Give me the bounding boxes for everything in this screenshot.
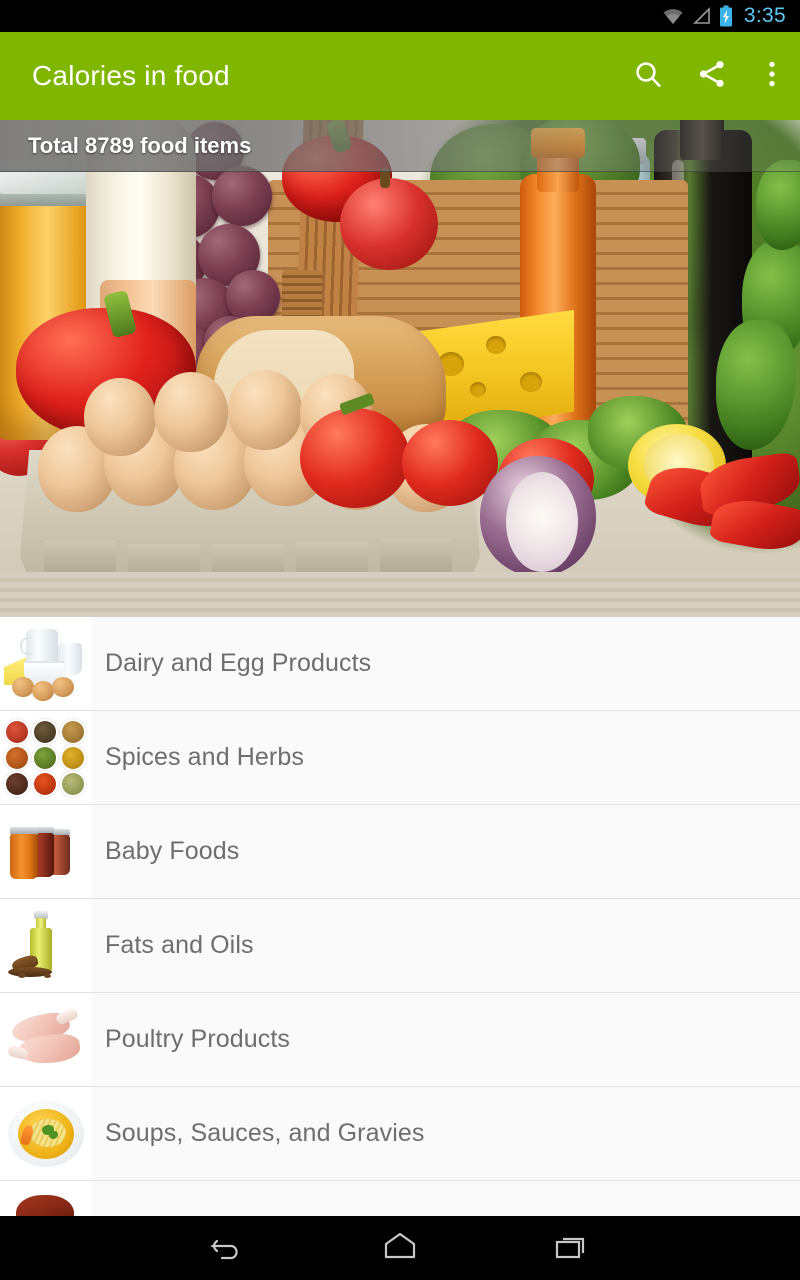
- list-item[interactable]: Dairy and Egg Products: [0, 617, 800, 711]
- overflow-menu-button[interactable]: [744, 32, 800, 120]
- hero-banner: Total 8789 food items: [0, 120, 800, 617]
- search-button[interactable]: [616, 32, 680, 120]
- total-items-text: Total 8789 food items: [28, 132, 252, 158]
- list-item[interactable]: Spices and Herbs: [0, 711, 800, 805]
- list-item[interactable]: Fats and Oils: [0, 899, 800, 993]
- list-item-label: Baby Foods: [105, 837, 240, 865]
- overflow-menu-icon: [759, 58, 785, 95]
- share-icon: [696, 58, 728, 95]
- list-item-label: Dairy and Egg Products: [105, 649, 372, 677]
- list-item-label: Spices and Herbs: [105, 743, 304, 771]
- action-bar-actions: [616, 32, 800, 120]
- list-item-label: Fats and Oils: [105, 931, 254, 959]
- status-bar-clock: 3:35: [743, 4, 786, 27]
- nav-home-button[interactable]: [314, 1216, 486, 1280]
- search-icon: [632, 58, 664, 95]
- list-item[interactable]: Poultry Products: [0, 993, 800, 1087]
- dairy-thumb-icon: [0, 617, 92, 710]
- action-bar: Calories in food: [0, 32, 800, 120]
- nav-recents-button[interactable]: [486, 1216, 658, 1280]
- hero-food-image: [0, 120, 800, 617]
- list-item[interactable]: Soups, Sauces, and Gravies: [0, 1087, 800, 1181]
- fats-oils-thumb-icon: [0, 899, 92, 992]
- soups-thumb-icon: [0, 1087, 92, 1180]
- share-button[interactable]: [680, 32, 744, 120]
- spices-thumb-icon: [0, 711, 92, 804]
- list-item[interactable]: Baby Foods: [0, 805, 800, 899]
- list-item-label: Soups, Sauces, and Gravies: [105, 1119, 425, 1147]
- status-bar: 3:35: [0, 0, 800, 32]
- meat-thumb-icon: [0, 1181, 92, 1217]
- poultry-thumb-icon: [0, 993, 92, 1086]
- list-item[interactable]: [0, 1181, 800, 1217]
- baby-foods-thumb-icon: [0, 805, 92, 898]
- total-items-banner: Total 8789 food items: [0, 120, 800, 172]
- battery-charging-icon: [719, 5, 733, 27]
- app-screen: 3:35 Calories in food Total 8789 food it…: [0, 0, 800, 1280]
- navigation-bar: [0, 1216, 800, 1280]
- category-list[interactable]: Dairy and Egg Products Spices and Herbs: [0, 617, 800, 1217]
- recent-apps-icon: [552, 1229, 592, 1268]
- wifi-icon: [661, 6, 685, 26]
- app-title: Calories in food: [32, 60, 230, 91]
- list-item-label: Poultry Products: [105, 1025, 291, 1053]
- signal-icon: [692, 6, 712, 26]
- back-icon: [208, 1229, 248, 1268]
- home-icon: [379, 1229, 421, 1268]
- nav-back-button[interactable]: [142, 1216, 314, 1280]
